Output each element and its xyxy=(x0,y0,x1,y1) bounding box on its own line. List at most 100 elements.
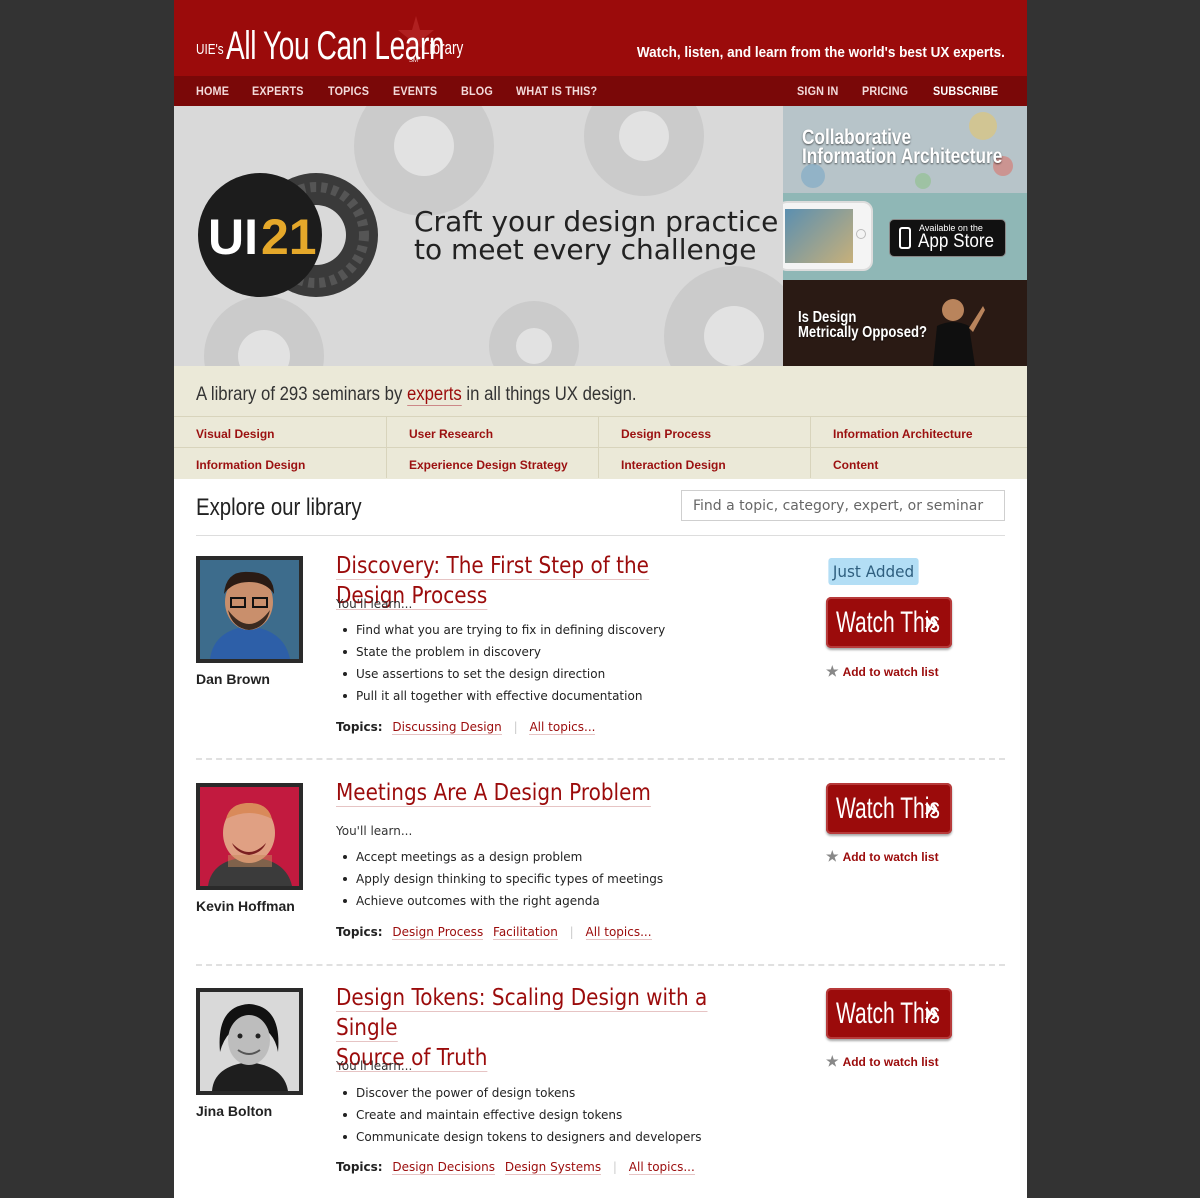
site-logo[interactable]: UIE's All You Can Learn SM Library xyxy=(196,16,477,66)
list-item: State the problem in discovery xyxy=(336,641,665,663)
nav-blog[interactable]: BLOG xyxy=(461,84,493,98)
all-topics-link[interactable]: All topics... xyxy=(585,925,652,940)
promo-metrically-opposed[interactable]: Is Design Metrically Opposed? xyxy=(783,280,1027,366)
nav-events[interactable]: EVENTS xyxy=(393,84,437,98)
watch-this-button[interactable]: Watch This » xyxy=(826,988,952,1039)
category-interaction-design[interactable]: Interaction Design xyxy=(598,447,810,478)
list-item: Achieve outcomes with the right agenda xyxy=(336,890,663,912)
phone-icon xyxy=(899,227,911,249)
nav-home[interactable]: HOME xyxy=(196,84,229,98)
add-to-watch-list-link[interactable]: ★ Add to watch list xyxy=(826,1053,939,1070)
logo-main-text: All You Can Learn xyxy=(226,24,445,68)
learn-label: You'll learn... xyxy=(336,1059,413,1073)
app-store-big-text: App Store xyxy=(918,231,995,252)
expert-name[interactable]: Jina Bolton xyxy=(196,1103,272,1119)
phone-home-button xyxy=(856,229,866,239)
avatar xyxy=(200,560,299,659)
star-icon: ★ xyxy=(826,663,839,679)
category-information-architecture[interactable]: Information Architecture xyxy=(810,416,1027,447)
seminar-title-line1[interactable]: Design Tokens: Scaling Design with a Sin… xyxy=(336,985,708,1042)
hero-banner[interactable]: UI 21 Craft your design practice to meet… xyxy=(174,106,783,366)
library-intro-before: A library of 293 seminars by xyxy=(196,384,407,405)
seminar-title[interactable]: Meetings Are A Design Problem xyxy=(336,778,719,808)
topic-link-discussing-design[interactable]: Discussing Design xyxy=(392,720,502,735)
list-item: Pull it all together with effective docu… xyxy=(336,685,665,707)
site-tagline: Watch, listen, and learn from the world'… xyxy=(636,44,1005,61)
nav-right-group: SIGN IN PRICING SUBSCRIBE xyxy=(778,76,1005,106)
promo-ia-line2: Information Architecture xyxy=(802,145,1003,168)
seminar-title-text[interactable]: Meetings Are A Design Problem xyxy=(336,780,651,807)
library-search-input[interactable] xyxy=(681,490,1005,521)
category-experience-design-strategy[interactable]: Experience Design Strategy xyxy=(386,447,598,478)
learn-list: Discover the power of design tokens Crea… xyxy=(336,1082,702,1148)
topic-link-design-process[interactable]: Design Process xyxy=(392,925,484,940)
topics-row: Topics: Design Process Facilitation | Al… xyxy=(336,925,655,940)
promo-metric-title: Is Design Metrically Opposed? xyxy=(798,309,928,341)
top-banner: UIE's All You Can Learn SM Library Watch… xyxy=(174,0,1027,76)
list-item: Find what you are trying to fix in defin… xyxy=(336,619,665,641)
expert-name[interactable]: Kevin Hoffman xyxy=(196,898,295,914)
star-icon: ★ xyxy=(826,1053,839,1069)
chevron-right-icon: » xyxy=(924,997,939,1027)
logo-prefix: UIE's xyxy=(196,41,224,58)
nav-what-is-this[interactable]: WHAT IS THIS? xyxy=(516,84,597,98)
topic-separator: | xyxy=(569,925,574,939)
library-intro: A library of 293 seminars by experts in … xyxy=(196,384,637,406)
hero-headline-line2: to meet every challenge xyxy=(414,233,757,266)
expert-name[interactable]: Dan Brown xyxy=(196,671,270,687)
just-added-badge: Just Added xyxy=(828,558,919,585)
logo-library-text: Library xyxy=(422,38,464,58)
list-item: Discover the power of design tokens xyxy=(336,1082,702,1104)
topics-row: Topics: Discussing Design | All topics..… xyxy=(336,720,598,735)
nav-subscribe[interactable]: SUBSCRIBE xyxy=(933,84,998,98)
expert-photo-frame[interactable] xyxy=(196,556,303,663)
category-design-process[interactable]: Design Process xyxy=(598,416,810,447)
page: UIE's All You Can Learn SM Library Watch… xyxy=(174,0,1027,1198)
list-item: Accept meetings as a design problem xyxy=(336,846,663,868)
promo-metric-line2: Metrically Opposed? xyxy=(798,324,928,341)
seminar-divider xyxy=(196,964,1005,966)
learn-label: You'll learn... xyxy=(336,597,413,611)
topic-separator: | xyxy=(513,720,518,734)
nav-left-group: HOME EXPERTS TOPICS EVENTS BLOG WHAT IS … xyxy=(196,76,625,106)
all-topics-link[interactable]: All topics... xyxy=(529,720,596,735)
promo-app-store[interactable]: Available on the App Store xyxy=(783,193,1027,280)
category-information-design[interactable]: Information Design xyxy=(174,447,386,478)
add-to-watch-list-link[interactable]: ★ Add to watch list xyxy=(826,848,939,865)
topic-link-facilitation[interactable]: Facilitation xyxy=(493,925,558,940)
expert-photo-frame[interactable] xyxy=(196,783,303,890)
add-to-watch-list-link[interactable]: ★ Add to watch list xyxy=(826,663,939,680)
topic-separator: | xyxy=(612,1160,617,1174)
topics-row: Topics: Design Decisions Design Systems … xyxy=(336,1160,698,1175)
nav-topics[interactable]: TOPICS xyxy=(328,84,369,98)
watch-this-button[interactable]: Watch This » xyxy=(826,783,952,834)
promo-metric-line1: Is Design xyxy=(798,309,857,326)
nav-sign-in[interactable]: SIGN IN xyxy=(797,84,838,98)
nav-pricing[interactable]: PRICING xyxy=(862,84,908,98)
expert-photo-frame[interactable] xyxy=(196,988,303,1095)
hero-headline-line1: Craft your design practice xyxy=(414,205,779,238)
topic-link-design-decisions[interactable]: Design Decisions xyxy=(392,1160,496,1175)
watchlist-label: Add to watch list xyxy=(842,1055,939,1069)
nav-experts[interactable]: EXPERTS xyxy=(252,84,304,98)
watch-this-button[interactable]: Watch This » xyxy=(826,597,952,648)
ui21-logo: UI 21 xyxy=(198,173,378,297)
badge-ui-text: UI xyxy=(208,209,258,265)
watchlist-label: Add to watch list xyxy=(842,850,939,864)
phone-image xyxy=(783,201,873,271)
all-topics-link[interactable]: All topics... xyxy=(628,1160,695,1175)
category-visual-design[interactable]: Visual Design xyxy=(174,416,386,447)
learn-list: Find what you are trying to fix in defin… xyxy=(336,619,665,707)
experts-link[interactable]: experts xyxy=(406,384,462,406)
main-nav: HOME EXPERTS TOPICS EVENTS BLOG WHAT IS … xyxy=(174,76,1027,106)
category-content[interactable]: Content xyxy=(810,447,1027,478)
promo-collaborative-ia[interactable]: Collaborative Information Architecture xyxy=(783,106,1027,193)
library-intro-after: in all things UX design. xyxy=(461,384,637,405)
star-icon: ★ xyxy=(826,848,839,864)
phone-screen xyxy=(785,209,853,263)
topic-link-design-systems[interactable]: Design Systems xyxy=(504,1160,602,1175)
category-user-research[interactable]: User Research xyxy=(386,416,598,447)
app-store-button[interactable]: Available on the App Store xyxy=(889,219,1006,257)
hero-headline: Craft your design practice to meet every… xyxy=(414,208,778,264)
chevron-right-icon: » xyxy=(924,792,939,822)
